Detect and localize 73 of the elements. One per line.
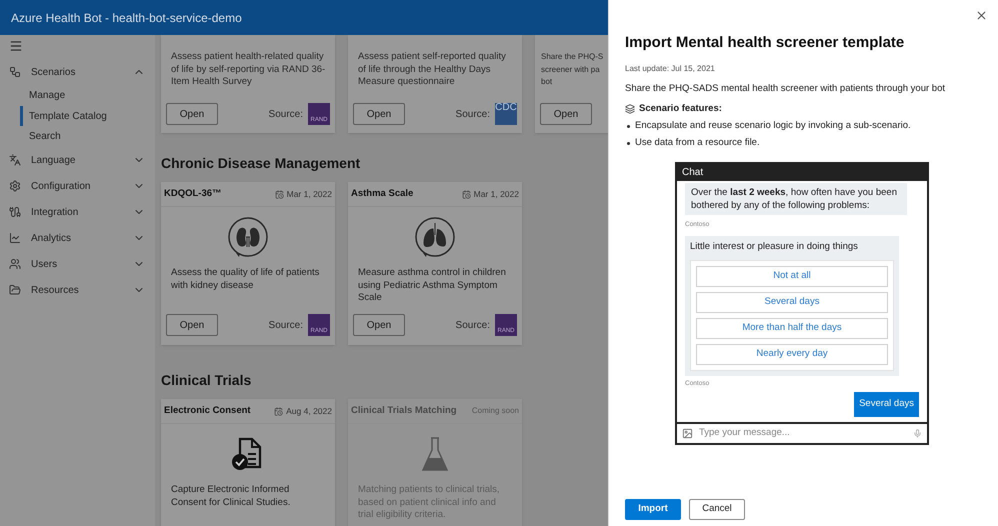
open-button[interactable]: Open	[540, 103, 592, 125]
chat-title: Chat	[681, 166, 704, 180]
nav-item[interactable]: Users	[0, 251, 155, 278]
nav-item[interactable]: Language	[0, 147, 155, 174]
nav-item[interactable]: Scenarios	[0, 59, 155, 85]
cancel-button[interactable]: Cancel	[689, 498, 745, 520]
bullet-icon	[627, 124, 630, 128]
calendar-icon	[274, 190, 284, 198]
card-description: Assess patient health-related quality of life by self-reporting via RAND 36- Item Health Survey	[170, 50, 326, 89]
calendar-icon	[274, 406, 284, 416]
open-button[interactable]: Open	[353, 314, 405, 336]
close-icon[interactable]	[975, 9, 988, 22]
import-button[interactable]: Import	[625, 498, 681, 520]
panel-description: Share the PHQ-SADS mental health screener with patients through your bot	[625, 82, 946, 96]
nav-item[interactable]: Integration	[0, 199, 155, 226]
calendar-icon	[462, 190, 471, 198]
features-title: Scenario features:	[639, 102, 722, 116]
nav-item[interactable]: Resources	[0, 277, 155, 304]
flask-icon	[420, 436, 450, 472]
message-input[interactable]: Type your message...	[677, 424, 927, 442]
answer-option[interactable]: Several days	[696, 292, 888, 312]
nav-icon	[9, 284, 21, 296]
source-label: Source:	[268, 318, 303, 332]
card-description: Share the PHQ-S screener with pa bot	[540, 51, 604, 88]
source-label: Source:	[268, 108, 303, 122]
nav-item[interactable]: Configuration	[0, 173, 155, 200]
section-heading: Chronic Disease Management	[161, 154, 362, 173]
source-label: Source:	[456, 318, 490, 332]
feature-item: Use data from a resource file.	[635, 136, 760, 150]
feature-item: Encapsulate and reuse scenario logic by invoking a sub-scenario.	[635, 119, 911, 133]
user-message: Several days	[854, 392, 919, 416]
card-description: Assess patient self-reported quality of life through the Healthy Days Measure questionnaire	[357, 50, 507, 89]
question-text: Little interest or pleasure in doing things	[690, 240, 859, 254]
menu-icon[interactable]	[9, 39, 23, 53]
bullet-icon	[627, 142, 630, 145]
app-title: Azure Health Bot - health-bot-service-demo	[11, 10, 242, 26]
answer-option[interactable]: More than half the days	[696, 318, 888, 338]
card-status: Coming soon	[472, 405, 519, 417]
last-update: Last update: Jul 15, 2021	[625, 62, 716, 74]
panel-title: Import Mental health screener template	[625, 33, 906, 53]
open-button[interactable]: Open	[166, 314, 218, 336]
nav-item[interactable]: Analytics	[0, 225, 155, 252]
section-heading: Clinical Trials	[161, 371, 252, 390]
nav-icon	[9, 180, 21, 192]
card-title: Electronic Consent	[164, 404, 251, 418]
nav-icon	[9, 232, 21, 244]
nav-icon	[9, 206, 21, 218]
card-description: Capture Electronic Informed Consent for Clinical Studies.	[170, 483, 292, 510]
card-description: Measure asthma control in children using Pediatric Asthma Symptom Scale	[357, 266, 507, 305]
message-field[interactable]: Type your message...	[699, 426, 907, 440]
layers-icon	[625, 104, 635, 114]
nav-icon	[9, 258, 21, 270]
source-logo: CDC	[495, 103, 517, 125]
nav-icon	[9, 66, 21, 78]
nav-subitem[interactable]: Manage	[20, 85, 155, 106]
card-description: Matching patients to clinical trials, based on patient clinical info and trial eligibility criteria.	[357, 483, 501, 522]
answer-option[interactable]: Not at all	[696, 266, 888, 286]
image-icon[interactable]	[682, 428, 693, 438]
nav-subitem[interactable]: Search	[20, 126, 155, 148]
nav-icon	[9, 154, 21, 166]
open-button[interactable]: Open	[353, 103, 405, 125]
card-title: Asthma Scale	[351, 186, 414, 201]
card-title: Clinical Trials Matching	[351, 404, 457, 418]
open-button[interactable]: Open	[166, 103, 218, 125]
bot-message: Over the last 2 weeks, how often have you been bothered by any of the following problems:	[685, 182, 907, 214]
source-label: Source:	[456, 108, 490, 122]
card-date: Aug 4, 2022	[286, 404, 332, 418]
nav-subitem[interactable]: Template Catalog	[20, 106, 155, 126]
answer-option[interactable]: Nearly every day	[696, 344, 888, 364]
card-date: Mar 1, 2022	[286, 188, 332, 200]
card-title: KDQOL-36™	[164, 186, 222, 201]
card-date: Mar 1, 2022	[474, 188, 519, 200]
card-description: Assess the quality of life of patients with kidney disease	[170, 266, 320, 292]
